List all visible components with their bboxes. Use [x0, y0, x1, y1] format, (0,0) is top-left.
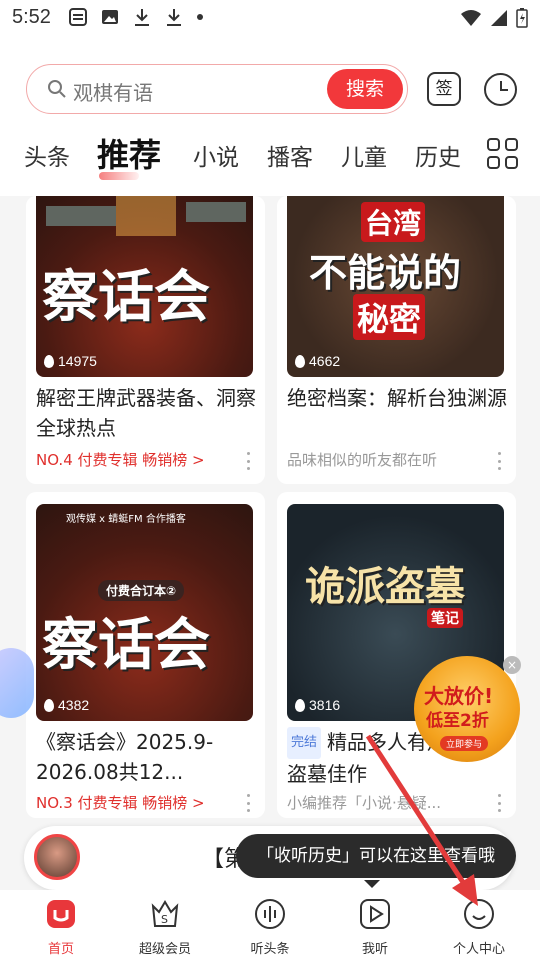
signal-icon — [491, 10, 507, 26]
nav-home[interactable]: 首页 — [16, 898, 106, 957]
album-cover[interactable]: 观传媒 x 蜻蜓FM 合作播客 付费合订本② 察话会 4382 — [36, 504, 253, 721]
header: 观棋有语 搜索 签 头条 推荐 小说 播客 儿童 历史 — [0, 38, 540, 196]
nav-headlines-label: 听头条 — [250, 942, 290, 957]
search-icon — [48, 80, 66, 98]
cover-title: 察话会 — [42, 612, 210, 678]
nav-headlines[interactable]: 听头条 — [225, 898, 315, 957]
download-icon-2 — [167, 9, 181, 26]
sign-in-button[interactable]: 签 — [427, 72, 461, 106]
tab-recommend[interactable]: 推荐 — [97, 130, 161, 180]
tab-history[interactable]: 历史 — [415, 138, 461, 172]
more-options-icon[interactable] — [498, 794, 502, 812]
tab-podcast[interactable]: 播客 — [267, 138, 313, 172]
recommend-reason: 品味相似的听友都在听 — [287, 451, 438, 469]
nav-vip[interactable]: S 超级会员 — [120, 898, 210, 957]
promo-line2: 低至2折 — [426, 711, 489, 731]
dot-icon — [197, 14, 203, 20]
category-tabs: 头条 推荐 小说 播客 儿童 历史 — [0, 130, 540, 180]
tank-illustration — [46, 196, 246, 236]
nav-my-listen[interactable]: 我听 — [330, 898, 420, 957]
status-time: 5:52 — [12, 6, 51, 28]
play-count: 14975 — [44, 353, 97, 369]
tab-novel[interactable]: 小说 — [193, 138, 239, 172]
play-icon — [359, 898, 391, 930]
album-card[interactable]: 察话会 14975 解密王牌武器装备、洞察全球热点 NO.4 付费专辑 畅销榜 … — [26, 196, 265, 484]
bottom-nav: 首页 S 超级会员 听头条 我听 个人中心 — [0, 890, 540, 960]
audio-wave-icon — [254, 898, 286, 930]
rank-link[interactable]: NO.3 付费专辑 畅销榜 > — [36, 792, 205, 813]
search-button[interactable]: 搜索 — [327, 69, 403, 109]
album-cover[interactable]: 察话会 14975 — [36, 196, 253, 377]
album-card[interactable]: 台湾 不能说的 秘密 4662 绝密档案：解析台独渊源 品味相似的听友都在听 — [277, 196, 516, 484]
play-count: 3816 — [295, 697, 340, 713]
history-clock-icon[interactable] — [484, 73, 517, 106]
profile-icon — [463, 898, 495, 930]
flame-icon — [44, 698, 54, 712]
wifi-icon — [461, 10, 481, 26]
promo-line1: 大放价! — [424, 684, 494, 708]
album-title[interactable]: 绝密档案：解析台独渊源 — [287, 383, 507, 413]
more-options-icon[interactable] — [247, 794, 251, 812]
download-icon — [135, 9, 149, 26]
more-options-icon[interactable] — [498, 452, 502, 470]
system-icons — [460, 8, 528, 28]
promo-close-icon[interactable]: × — [503, 656, 521, 674]
finished-tag: 完结 — [287, 727, 322, 759]
cover-subtitle: 笔记 — [427, 608, 463, 628]
home-icon — [45, 898, 77, 930]
cover-title-bottom: 秘密 — [353, 294, 426, 340]
app-notification-icon — [69, 8, 87, 26]
nav-home-label: 首页 — [47, 942, 74, 957]
flame-icon — [44, 354, 54, 368]
album-card[interactable]: 诡派盗墓 笔记 3816 完结 精品多人有声 悬疑盗墓佳作 小编推荐「小说·悬疑.… — [277, 492, 516, 818]
play-count: 4662 — [295, 353, 340, 369]
flame-icon — [295, 698, 305, 712]
cover-badge: 付费合订本② — [98, 580, 185, 601]
cover-title: 诡派盗墓 — [305, 563, 465, 610]
now-playing-cover[interactable] — [34, 834, 80, 880]
nav-vip-label: 超级会员 — [138, 942, 191, 957]
image-notification-icon — [102, 10, 118, 24]
nav-profile[interactable]: 个人中心 — [434, 898, 524, 957]
promo-badge[interactable]: 大放价! 低至2折 立即参与 — [414, 656, 520, 762]
album-title[interactable]: 《察话会》2025.9-2026.08共12... — [36, 727, 256, 787]
album-cover[interactable]: 台湾 不能说的 秘密 4662 — [287, 196, 504, 377]
cover-title-main: 不能说的 — [309, 250, 462, 295]
cover-title: 察话会 — [42, 264, 210, 330]
tab-children[interactable]: 儿童 — [341, 138, 387, 172]
history-tooltip: 「收听历史」可以在这里查看哦 — [236, 834, 516, 888]
all-categories-grid-icon[interactable] — [487, 138, 518, 169]
tab-headlines[interactable]: 头条 — [24, 138, 70, 172]
album-card[interactable]: 观传媒 x 蜻蜓FM 合作播客 付费合订本② 察话会 4382 《察话会》202… — [26, 492, 265, 818]
side-floating-widget[interactable] — [0, 648, 34, 718]
recommend-reason: 小编推荐「小说·悬疑... — [287, 794, 442, 812]
cover-title-top: 台湾 — [361, 202, 426, 242]
search-placeholder[interactable]: 观棋有语 — [73, 77, 153, 106]
album-title[interactable]: 解密王牌武器装备、洞察全球热点 — [36, 383, 256, 443]
svg-text:S: S — [161, 913, 168, 926]
nav-profile-label: 个人中心 — [452, 942, 505, 957]
promo-cta[interactable]: 立即参与 — [440, 736, 489, 751]
flame-icon — [295, 354, 305, 368]
battery-icon — [516, 8, 528, 28]
rank-link[interactable]: NO.4 付费专辑 畅销榜 > — [36, 449, 205, 470]
notification-icons — [68, 7, 204, 27]
play-count: 4382 — [44, 697, 89, 713]
more-options-icon[interactable] — [247, 452, 251, 470]
search-bar[interactable]: 观棋有语 搜索 — [26, 64, 408, 114]
vip-crown-icon: S — [149, 898, 181, 930]
status-bar: 5:52 — [0, 0, 540, 38]
nav-my-listen-label: 我听 — [361, 942, 388, 957]
cover-partner-text: 观传媒 x 蜻蜓FM 合作播客 — [66, 514, 186, 525]
